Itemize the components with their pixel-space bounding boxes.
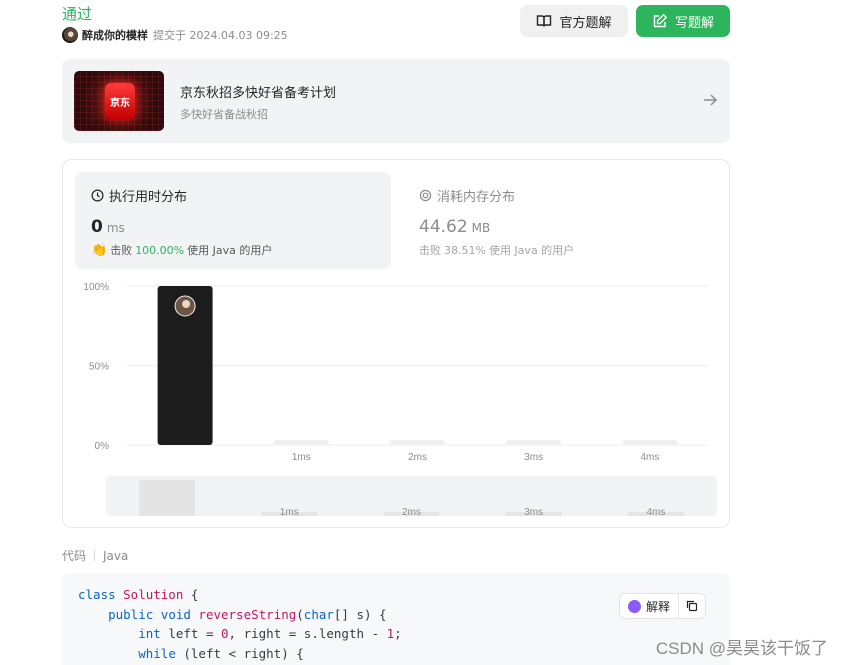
submitter-name[interactable]: 醉成你的模样 <box>82 27 148 43</box>
navigator-tick-label: 3ms <box>524 507 543 518</box>
write-solution-label: 写题解 <box>674 15 714 31</box>
code-token: { <box>183 587 199 602</box>
y-tick-label: 0% <box>95 441 110 452</box>
navigator-tick-label: 4ms <box>646 507 665 518</box>
code-line: while (left < right) { <box>78 646 714 665</box>
code-token: while <box>138 645 184 661</box>
x-tick-label: 2ms <box>408 452 427 463</box>
jd-logo: 京东 <box>105 83 135 119</box>
ad-banner[interactable]: 京东 京东秋招多快好省备考计划 多快好省备战秋招 <box>62 59 730 143</box>
code-token: 0 <box>221 626 229 642</box>
ad-thumbnail: 京东 <box>74 71 164 131</box>
x-tick-label: 1ms <box>292 452 311 463</box>
avatar[interactable] <box>62 27 78 43</box>
code-actions: 解释 <box>618 593 706 619</box>
code-token: public void <box>108 606 199 622</box>
code-language: Java <box>103 548 129 563</box>
x-tick-label: 4ms <box>640 452 659 463</box>
copy-icon <box>686 600 698 612</box>
official-solution-label: 官方题解 <box>559 15 612 31</box>
performance-panel: 执行用时分布 0 ms 👏 击败 100.00% 使用 Java 的用户 消耗内存… <box>62 159 730 528</box>
code-token: left = <box>168 626 222 642</box>
submission-status: 通过 <box>62 5 93 23</box>
official-solution-button[interactable]: 官方题解 <box>520 5 628 37</box>
watermark: CSDN @昊昊该干饭了 <box>655 639 828 658</box>
submitter-info: 醉成你的模样 提交于 2024.04.03 09:25 <box>62 27 288 43</box>
code-token: int <box>138 626 169 642</box>
navigator-tick-label: 2ms <box>402 507 421 518</box>
code-token: 1 <box>386 626 395 642</box>
bar <box>506 440 562 445</box>
y-tick-label: 100% <box>83 282 109 293</box>
code-line: int left = 0, right = s.length - 1; <box>78 626 714 646</box>
book-icon <box>537 15 552 27</box>
divider <box>94 550 96 561</box>
ad-subtitle: 多快好省备战秋招 <box>180 108 268 121</box>
code-token: Solution <box>123 587 184 602</box>
write-solution-button[interactable]: 写题解 <box>636 5 730 37</box>
code-token: [] s) { <box>333 606 387 622</box>
x-tick-label: 3ms <box>524 452 543 463</box>
code-token: ; <box>394 626 402 642</box>
runtime-distribution-chart[interactable]: 100% 50% 0% 1ms 2ms 3ms 4ms 1ms 2ms 3ms 4ms <box>63 160 731 529</box>
bar <box>622 440 678 445</box>
explain-button[interactable]: 解释 <box>620 594 679 618</box>
code-label: 代码 <box>62 549 87 563</box>
navigator-bar <box>139 480 196 516</box>
y-tick-label: 50% <box>89 362 109 373</box>
brain-icon <box>627 599 641 613</box>
code-section-label: 代码 Java <box>62 547 128 564</box>
code-token: class <box>78 587 124 602</box>
code-block[interactable]: class Solution { public void reverseStri… <box>62 573 730 665</box>
code-token: char <box>303 606 334 622</box>
bar <box>273 440 329 445</box>
code-token: , right = s.length - <box>228 626 387 642</box>
navigator-tick-label: 1ms <box>280 507 299 518</box>
arrow-right-icon[interactable] <box>702 92 718 108</box>
copy-button[interactable] <box>679 594 705 618</box>
explain-label: 解释 <box>645 599 670 614</box>
code-token: (left < right) { <box>183 645 304 661</box>
code-token: ( <box>296 606 304 622</box>
ad-title: 京东秋招多快好省备考计划 <box>180 86 337 101</box>
code-token: reverseString <box>198 606 297 622</box>
bar-avatar-face <box>182 300 191 308</box>
edit-icon <box>653 13 668 28</box>
bar <box>390 440 445 445</box>
submitted-time: 提交于 2024.04.03 09:25 <box>153 29 288 42</box>
